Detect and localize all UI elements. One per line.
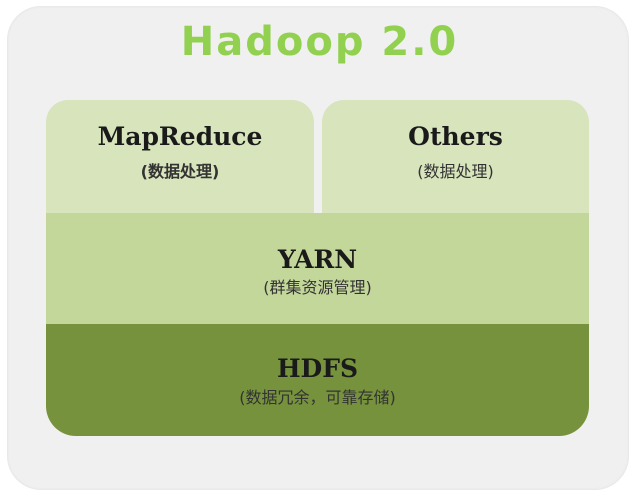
hdfs-sublabel: (数据冗余，可靠存储) bbox=[239, 388, 396, 407]
others-layer: Others (数据处理) bbox=[322, 100, 589, 213]
mapreduce-label: MapReduce bbox=[97, 122, 263, 151]
hdfs-layer: HDFS (数据冗余，可靠存储) bbox=[46, 324, 589, 436]
yarn-label: YARN bbox=[277, 245, 358, 274]
mapreduce-layer: MapReduce (数据处理) bbox=[46, 100, 314, 213]
others-label: Others bbox=[408, 122, 503, 151]
diagram-title: Hadoop 2.0 bbox=[180, 19, 459, 65]
hdfs-label: HDFS bbox=[276, 354, 359, 383]
others-sublabel: (数据处理) bbox=[417, 162, 494, 181]
yarn-sublabel: (群集资源管理) bbox=[263, 278, 372, 297]
yarn-layer: YARN (群集资源管理) bbox=[46, 213, 589, 324]
mapreduce-sublabel: (数据处理) bbox=[140, 162, 220, 181]
